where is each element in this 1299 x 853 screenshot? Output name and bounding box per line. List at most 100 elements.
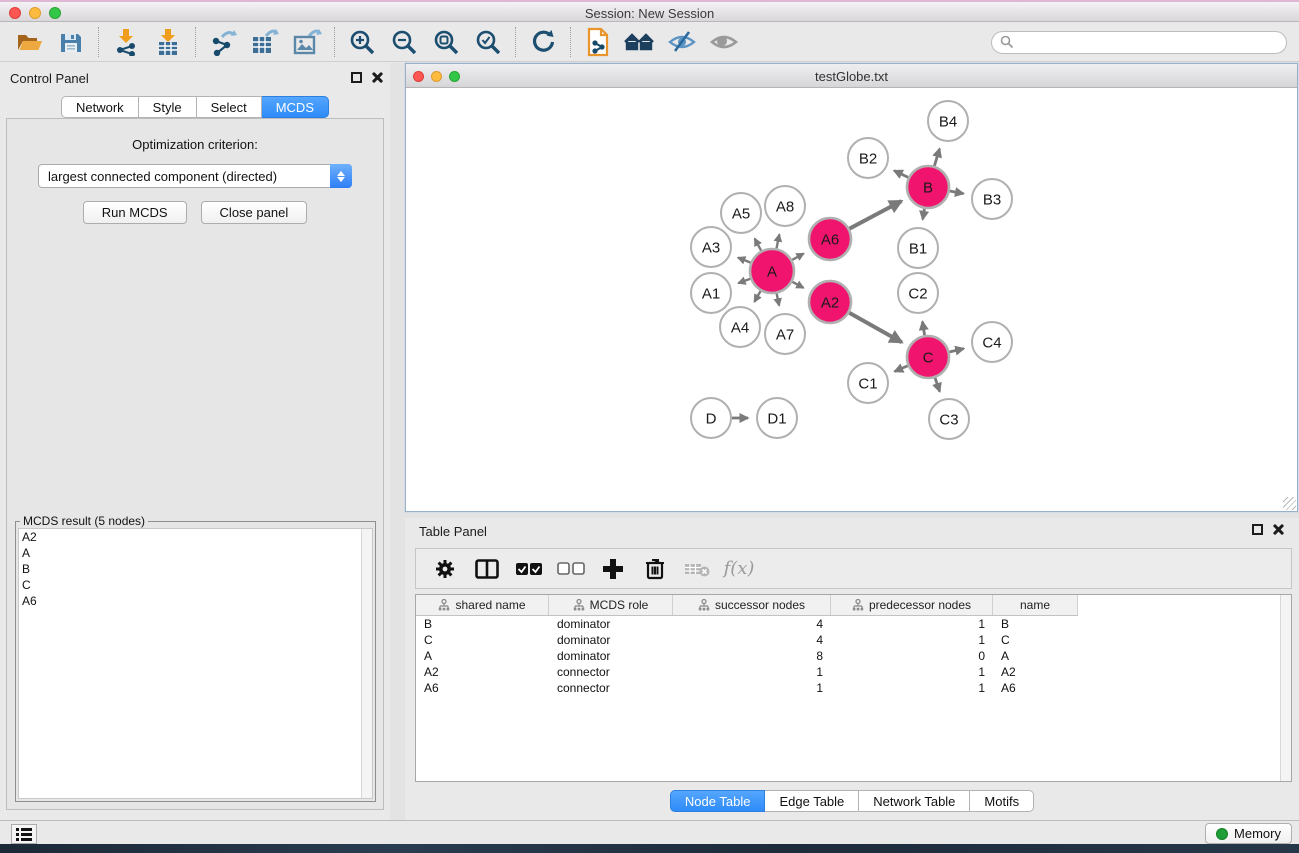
node-A5[interactable]: A5 [721,193,761,233]
refresh-icon[interactable] [522,25,564,59]
export-network-icon[interactable] [202,25,244,59]
edge-A-A2[interactable] [792,282,803,288]
node-A3[interactable]: A3 [691,227,731,267]
edge-C-C3[interactable] [935,378,940,392]
node-B3[interactable]: B3 [972,179,1012,219]
resize-grip[interactable] [1283,497,1296,510]
node-A6[interactable]: A6 [809,218,851,260]
column-header-successor-nodes[interactable]: successor nodes [673,595,831,615]
node-D[interactable]: D [691,398,731,438]
mcds-result-item[interactable]: A [19,545,372,561]
mcds-result-item[interactable]: B [19,561,372,577]
node-A1[interactable]: A1 [691,273,731,313]
table-row[interactable]: A2connector11A2 [416,664,1291,680]
node-C1[interactable]: C1 [848,363,888,403]
close-panel-icon[interactable] [371,72,382,83]
network-canvas[interactable]: B4 B2 B B3 A5A8A6 A3 B1 A A1 C2 A2 A4A7 C4 C C1 C3 D D1 [406,88,1297,511]
close-table-panel-icon[interactable] [1272,524,1283,535]
import-network-icon[interactable] [105,25,147,59]
show-graphics-details-icon[interactable] [703,25,745,59]
node-A2[interactable]: A2 [809,281,851,323]
tab-mcds[interactable]: MCDS [262,96,329,118]
list-scrollbar[interactable] [361,529,372,798]
edge-C-C1[interactable] [895,366,908,372]
edge-C-C4[interactable] [949,349,963,352]
tab-network-table[interactable]: Network Table [859,790,970,812]
node-A4[interactable]: A4 [720,307,760,347]
edge-A2-C[interactable] [849,313,902,343]
zoom-in-icon[interactable] [341,25,383,59]
node-B[interactable]: B [907,166,949,208]
delete-column-icon[interactable] [636,553,674,585]
node-table[interactable]: shared nameMCDS rolesuccessor nodesprede… [415,594,1292,782]
tab-style[interactable]: Style [139,96,197,118]
column-header-predecessor-nodes[interactable]: predecessor nodes [831,595,993,615]
zoom-fit-icon[interactable] [425,25,467,59]
tab-select[interactable]: Select [197,96,262,118]
node-A[interactable]: A [750,249,794,293]
export-table-icon[interactable] [244,25,286,59]
edge-A6-B[interactable] [849,201,901,229]
node-B2[interactable]: B2 [848,138,888,178]
mcds-result-item[interactable]: A2 [19,529,372,545]
search-input[interactable] [1019,35,1278,49]
node-C[interactable]: C [907,336,949,378]
open-file-icon[interactable] [8,25,50,59]
node-A8[interactable]: A8 [765,186,805,226]
node-B4[interactable]: B4 [928,101,968,141]
network-file-icon[interactable] [577,25,619,59]
close-panel-button[interactable]: Close panel [201,201,308,224]
edge-C-C2[interactable] [922,322,924,336]
node-A7[interactable]: A7 [765,314,805,354]
edge-B-B4[interactable] [934,149,939,166]
table-options-icon[interactable] [426,553,464,585]
select-all-columns-icon[interactable] [510,553,548,585]
show-all-networks-icon[interactable] [619,25,661,59]
column-header-name[interactable]: name [993,595,1078,615]
table-row[interactable]: A6connector11A6 [416,680,1291,696]
edge-B-B2[interactable] [894,171,908,178]
create-column-icon[interactable] [594,553,632,585]
mcds-result-item[interactable]: C [19,577,372,593]
mcds-result-item[interactable]: A6 [19,593,372,609]
save-session-icon[interactable] [50,25,92,59]
edge-A-A7[interactable] [777,294,779,306]
node-C3[interactable]: C3 [929,399,969,439]
edge-A-A6[interactable] [792,253,804,259]
node-D1[interactable]: D1 [757,398,797,438]
edge-A-A1[interactable] [738,279,750,283]
delete-table-icon[interactable] [678,553,716,585]
task-history-button[interactable] [11,824,37,844]
edge-A-A3[interactable] [738,258,751,263]
float-panel-icon[interactable] [351,72,362,83]
table-row[interactable]: Bdominator41B [416,616,1291,632]
zoom-selected-icon[interactable] [467,25,509,59]
edge-A-A5[interactable] [755,239,761,251]
run-mcds-button[interactable]: Run MCDS [83,201,187,224]
node-C4[interactable]: C4 [972,322,1012,362]
column-header-shared-name[interactable]: shared name [416,595,549,615]
memory-button[interactable]: Memory [1205,823,1292,844]
node-C2[interactable]: C2 [898,273,938,313]
edge-B-B1[interactable] [923,209,925,220]
tab-edge-table[interactable]: Edge Table [765,790,859,812]
float-table-panel-icon[interactable] [1252,524,1263,535]
zoom-out-icon[interactable] [383,25,425,59]
edge-B-B3[interactable] [950,191,964,194]
mcds-result-list[interactable]: A2ABCA6 [18,528,373,799]
node-B1[interactable]: B1 [898,228,938,268]
hide-details-icon[interactable] [661,25,703,59]
show-column-panel-icon[interactable] [468,553,506,585]
tab-node-table[interactable]: Node Table [670,790,766,812]
unselect-all-columns-icon[interactable] [552,553,590,585]
search-field[interactable] [991,31,1287,54]
column-header-MCDS-role[interactable]: MCDS role [549,595,673,615]
tab-motifs[interactable]: Motifs [970,790,1034,812]
table-row[interactable]: Adominator80A [416,648,1291,664]
edge-A-A8[interactable] [777,234,780,248]
edge-A-A4[interactable] [754,291,760,302]
export-image-icon[interactable] [286,25,328,59]
table-scrollbar[interactable] [1280,595,1291,781]
network-view-window[interactable]: testGlobe.txt B4B2BB3A5A8A6A3B1AA1C2A2A4… [405,63,1298,512]
table-row[interactable]: Cdominator41C [416,632,1291,648]
